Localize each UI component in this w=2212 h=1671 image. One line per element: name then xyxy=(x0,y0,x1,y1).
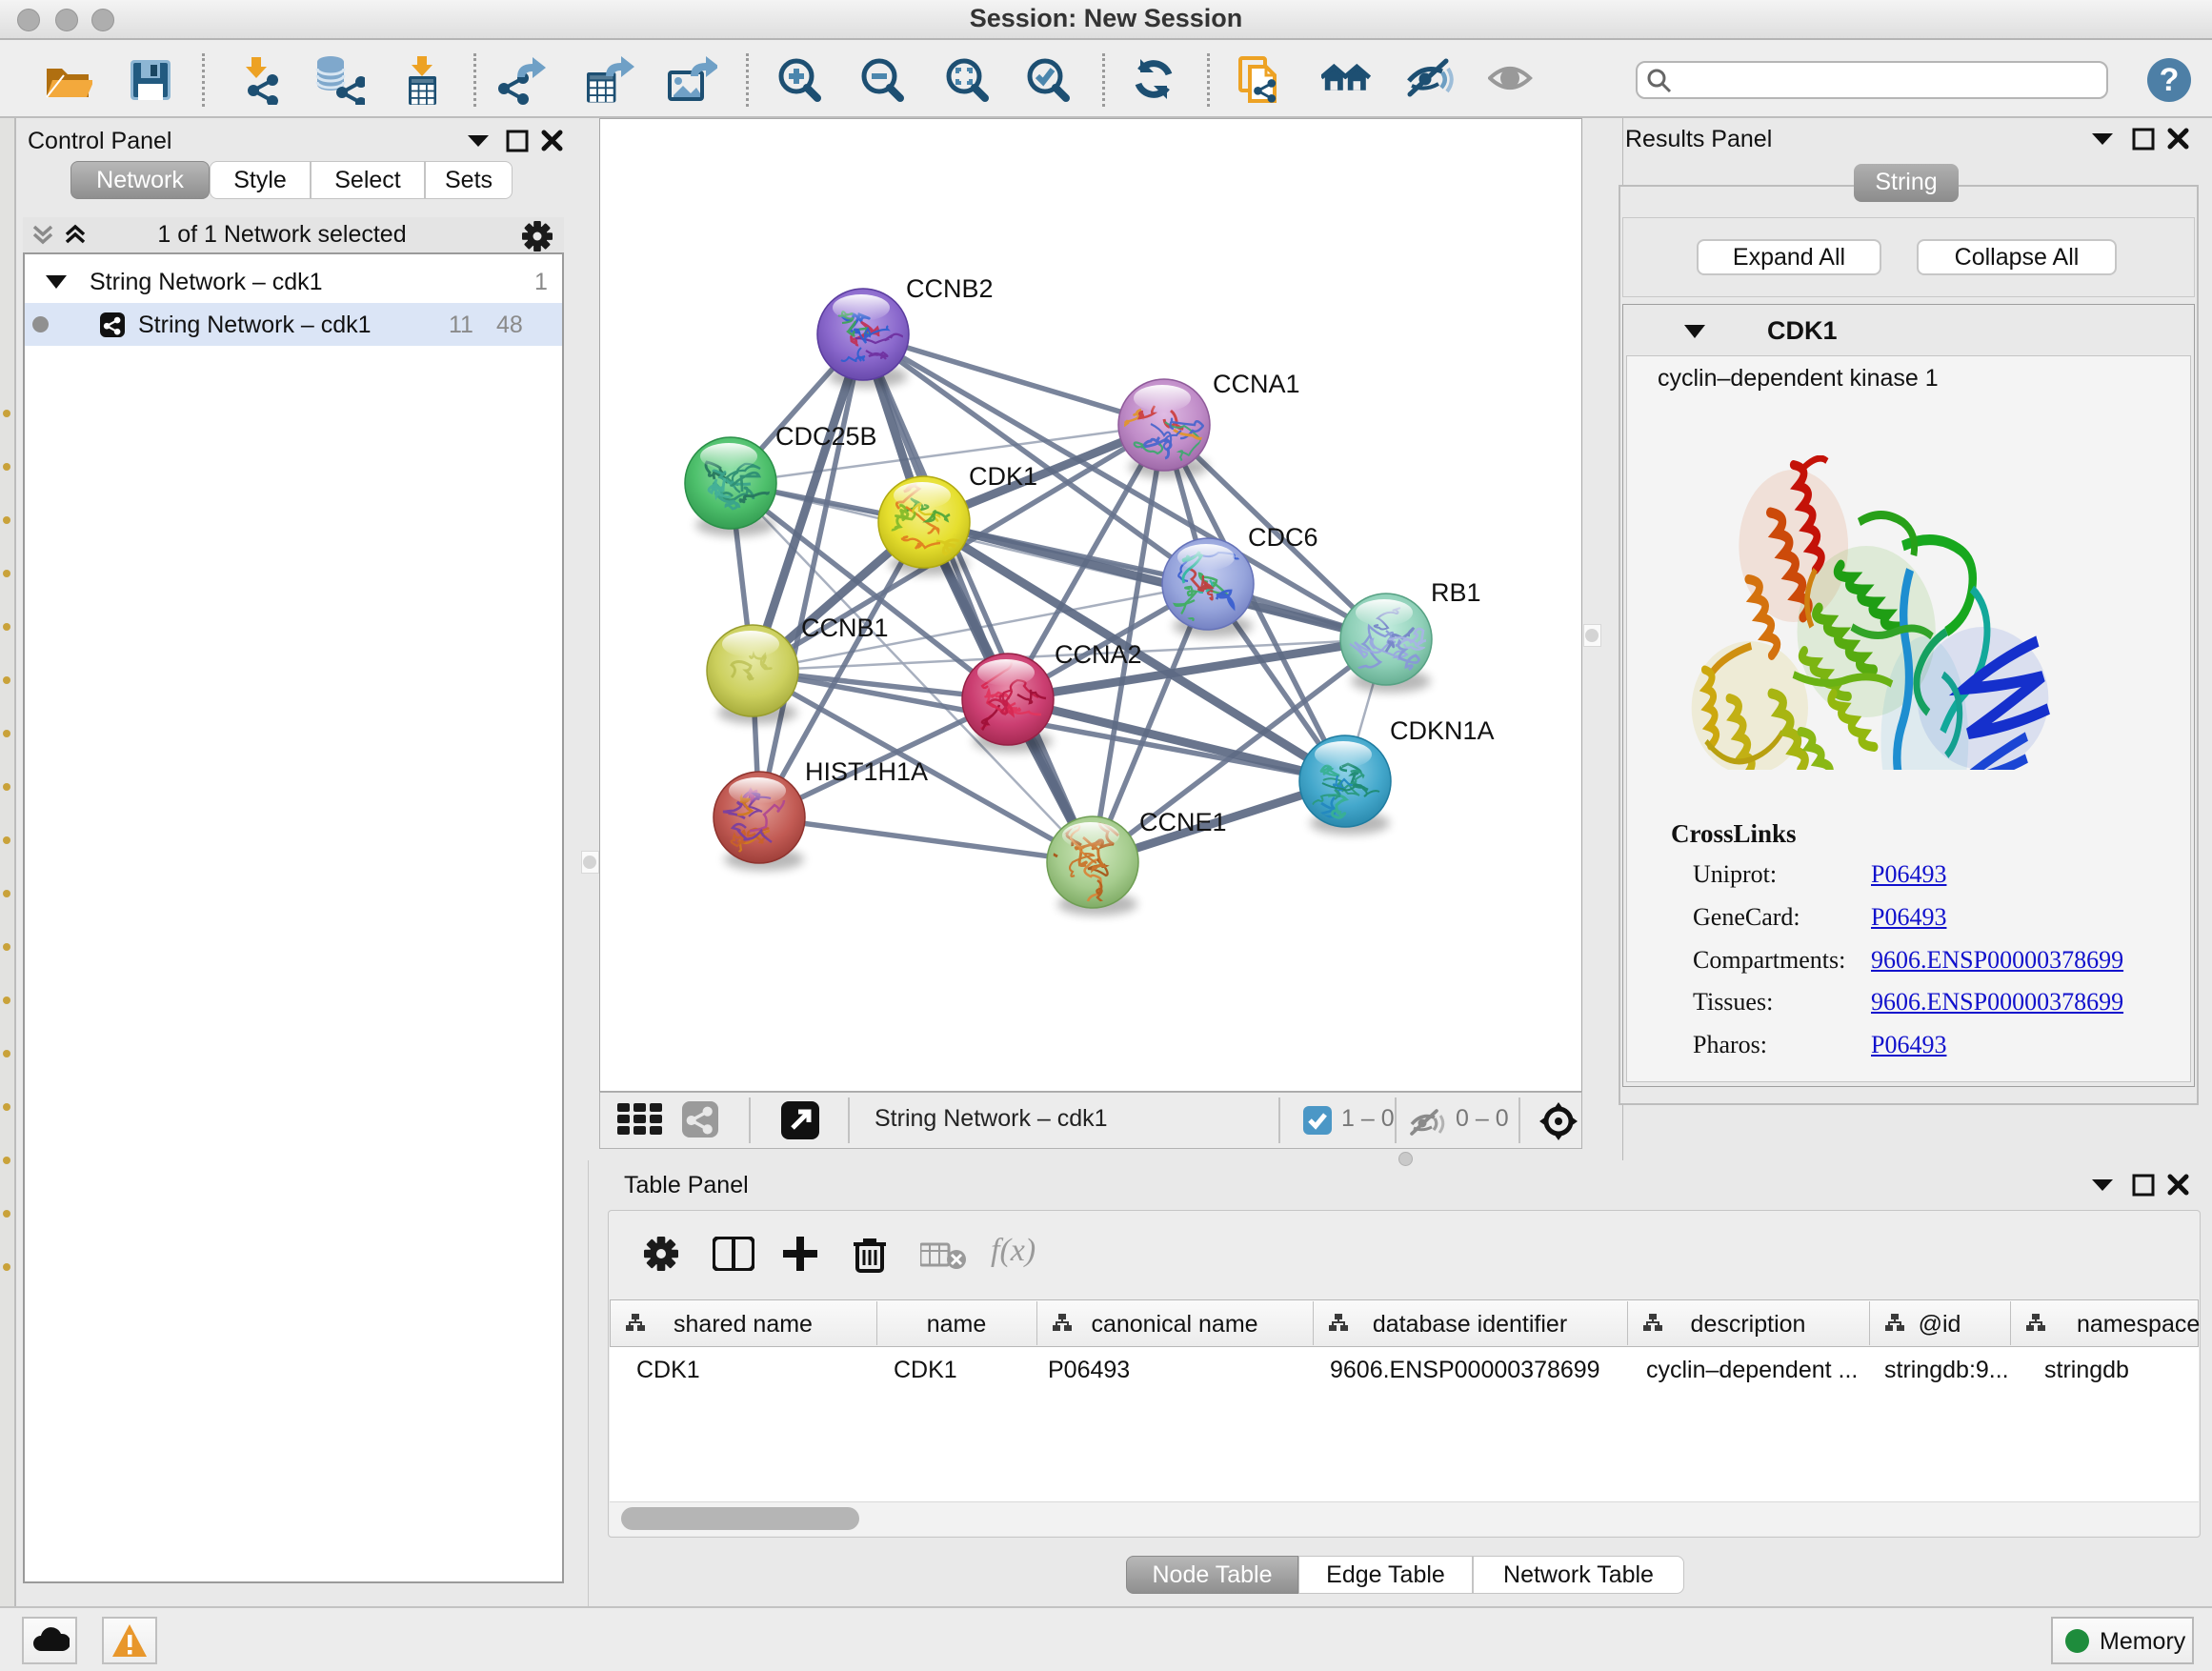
svg-text:CCNA1: CCNA1 xyxy=(1213,370,1300,398)
svg-text:CDK1: CDK1 xyxy=(969,462,1037,491)
svg-text:CDKN1A: CDKN1A xyxy=(1390,716,1495,745)
svg-text:CDC25B: CDC25B xyxy=(775,422,877,451)
svg-text:CCNB2: CCNB2 xyxy=(906,274,994,303)
svg-text:CCNE1: CCNE1 xyxy=(1139,808,1227,836)
svg-text:CDC6: CDC6 xyxy=(1248,523,1318,552)
svg-text:HIST1H1A: HIST1H1A xyxy=(805,757,928,786)
svg-text:CCNB1: CCNB1 xyxy=(801,614,889,642)
svg-text:CCNA2: CCNA2 xyxy=(1055,640,1142,669)
svg-text:RB1: RB1 xyxy=(1431,578,1481,607)
